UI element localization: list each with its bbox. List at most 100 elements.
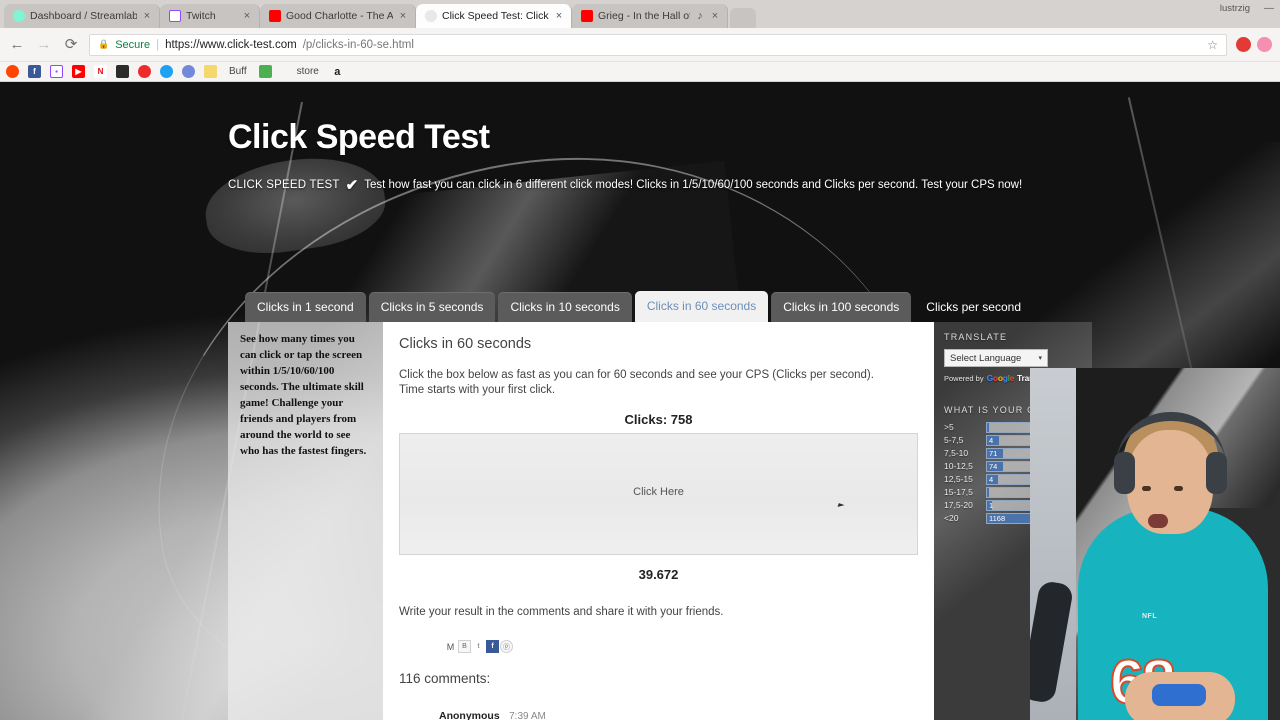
tab-close-icon[interactable]: × [142, 10, 152, 22]
poll-value: 71 [989, 448, 998, 458]
extension-red-icon[interactable] [1236, 37, 1251, 52]
omnibox-separator: | [156, 38, 160, 51]
tab-title: Dashboard / Streamlabs [30, 10, 137, 22]
instruction-line-1: Click the box below as fast as you can f… [399, 369, 874, 381]
tab-clicks-per-second[interactable]: Clicks per second [914, 292, 1033, 322]
tab-close-icon[interactable]: × [242, 10, 252, 22]
instruction-line-2: Time starts with your first click. [399, 384, 556, 397]
extension-pink-icon[interactable] [1257, 37, 1272, 52]
blogger-share-icon[interactable]: B [458, 640, 471, 654]
powered-by-label: Powered by [944, 373, 984, 383]
new-tab-button[interactable] [730, 8, 756, 28]
click-target-area[interactable]: Click Here [399, 433, 918, 556]
browser-tab-1[interactable]: Twitch × [160, 4, 260, 28]
mode-tabs: Clicks in 1 second Clicks in 5 seconds C… [245, 291, 1036, 322]
check-icon: ✔ [345, 177, 359, 194]
language-select-value: Select Language [950, 352, 1022, 364]
folder-bookmark-icon[interactable] [204, 65, 217, 78]
extension-icons [1236, 37, 1272, 52]
tab-close-icon[interactable]: × [554, 10, 564, 22]
netflix-bookmark-icon[interactable]: N [94, 65, 107, 78]
facebook-share-icon[interactable]: f [486, 640, 499, 654]
poll-label: <20 [944, 513, 959, 523]
tab-clicks-in-100-seconds[interactable]: Clicks in 100 seconds [771, 292, 912, 322]
youtube-bookmark-icon[interactable]: ▶ [72, 65, 85, 78]
minimize-icon[interactable]: — [1264, 3, 1274, 14]
discord-bookmark-icon[interactable] [182, 65, 195, 78]
tab-close-icon[interactable]: × [398, 10, 408, 22]
comment-item: Anonymous 7:39 AM Clicks: 64.03333333333… [399, 706, 918, 720]
clicks-counter: Clicks: 758 [624, 412, 693, 428]
forward-icon[interactable]: → [35, 37, 53, 52]
tab-clicks-in-10-seconds[interactable]: Clicks in 10 seconds [498, 292, 632, 322]
gmail-share-icon[interactable]: M [444, 640, 457, 653]
amazon-bookmark-icon[interactable]: a [331, 65, 344, 78]
facebook-bookmark-icon[interactable]: f [28, 65, 41, 78]
bookmark-star-icon[interactable]: ☆ [1207, 38, 1218, 52]
tab-title: Good Charlotte - The An [286, 10, 393, 22]
poll-label: 15-17,5 [944, 487, 973, 497]
poll-label: >5 [944, 422, 954, 432]
browser-tab-2[interactable]: Good Charlotte - The An × [260, 4, 416, 28]
tagline-lead: CLICK SPEED TEST [228, 179, 340, 191]
tab-title: Click Speed Test: Clicks in [442, 10, 549, 22]
page-viewport: Click Speed Test CLICK SPEED TEST ✔ Test… [0, 82, 1280, 720]
poll-label: 5-7,5 [944, 435, 964, 445]
site-tagline: CLICK SPEED TEST ✔ Test how fast you can… [0, 176, 1280, 194]
language-select[interactable]: Select Language ▾ [944, 349, 1048, 367]
site-header: Click Speed Test CLICK SPEED TEST ✔ Test… [0, 82, 1280, 194]
tagline-text: Test how fast you can click in 6 differe… [364, 179, 1023, 191]
comment-timestamp: 7:39 AM [509, 711, 546, 720]
window-user-label: lustrzig [1219, 3, 1250, 14]
opera-bookmark-icon[interactable] [138, 65, 151, 78]
tab-audio-icon[interactable]: ♪ [695, 10, 705, 22]
twitter-share-icon[interactable]: t [472, 640, 485, 653]
youtube-icon [581, 10, 593, 22]
poll-value: 4 [989, 474, 994, 484]
click-here-label: Click Here [633, 486, 684, 499]
pinterest-share-icon[interactable]: ⓟ [500, 640, 513, 654]
poll-value: 4 [989, 435, 994, 445]
store-bookmark-label[interactable]: store [297, 66, 319, 77]
browser-tab-4[interactable]: Grieg - In the Hall of ♪ × [572, 4, 728, 28]
main-content-card: Clicks in 60 seconds Click the box below… [383, 322, 934, 720]
left-sidebar: See how many times you can click or tap … [228, 322, 383, 720]
address-bar[interactable]: 🔒 Secure | https://www.click-test.com/p/… [89, 33, 1227, 56]
tab-title: Grieg - In the Hall of [598, 10, 690, 22]
headphones-cup-left [1114, 452, 1135, 494]
twitch-bookmark-icon[interactable]: ▪ [50, 65, 63, 78]
browser-tab-0[interactable]: Dashboard / Streamlabs × [4, 4, 160, 28]
share-note: Write your result in the comments and sh… [399, 606, 724, 619]
browser-tab-3-active[interactable]: Click Speed Test: Clicks in × [416, 4, 572, 28]
cps-result-value: 39.672 [638, 567, 679, 583]
streamlabs-icon [13, 10, 25, 22]
reddit-bookmark-icon[interactable] [6, 65, 19, 78]
dark-bookmark-icon[interactable] [116, 65, 129, 78]
green-bookmark-icon[interactable] [258, 65, 272, 78]
left-sidebar-blurb: See how many times you can click or tap … [240, 333, 367, 457]
comment-author: Anonymous [439, 710, 500, 720]
reload-icon[interactable]: ⟳ [62, 37, 80, 52]
url-domain: https://www.click-test.com [165, 38, 297, 51]
chevron-down-icon: ▾ [1038, 355, 1042, 362]
comments-heading: 116 comments: [399, 671, 491, 687]
webcam-eye-left [1142, 486, 1151, 491]
tab-clicks-in-1-second[interactable]: Clicks in 1 second [245, 292, 366, 322]
tab-clicks-in-60-seconds[interactable]: Clicks in 60 seconds [634, 291, 769, 322]
youtube-icon [269, 10, 281, 22]
share-buttons-row: M B t f ⓟ [444, 640, 918, 654]
poll-value: 1168 [989, 513, 1006, 523]
twitter-bookmark-icon[interactable] [160, 65, 173, 78]
page-title: Click Speed Test [228, 118, 490, 156]
poll-label: 12,5-15 [944, 474, 973, 484]
tab-clicks-in-5-seconds[interactable]: Clicks in 5 seconds [368, 292, 496, 322]
tabstrip: Dashboard / Streamlabs × Twitch × Good C… [4, 0, 1280, 28]
poll-label: 10-12,5 [944, 461, 973, 471]
back-icon[interactable]: ← [8, 37, 26, 52]
clicktest-icon [425, 10, 437, 22]
url-path: /p/clicks-in-60-se.html [302, 38, 414, 51]
tab-close-icon[interactable]: × [710, 10, 720, 22]
buff-bookmark-label[interactable]: Buff [229, 66, 247, 77]
secure-label: Secure [115, 38, 151, 51]
translate-heading: TRANSLATE [944, 332, 1008, 342]
